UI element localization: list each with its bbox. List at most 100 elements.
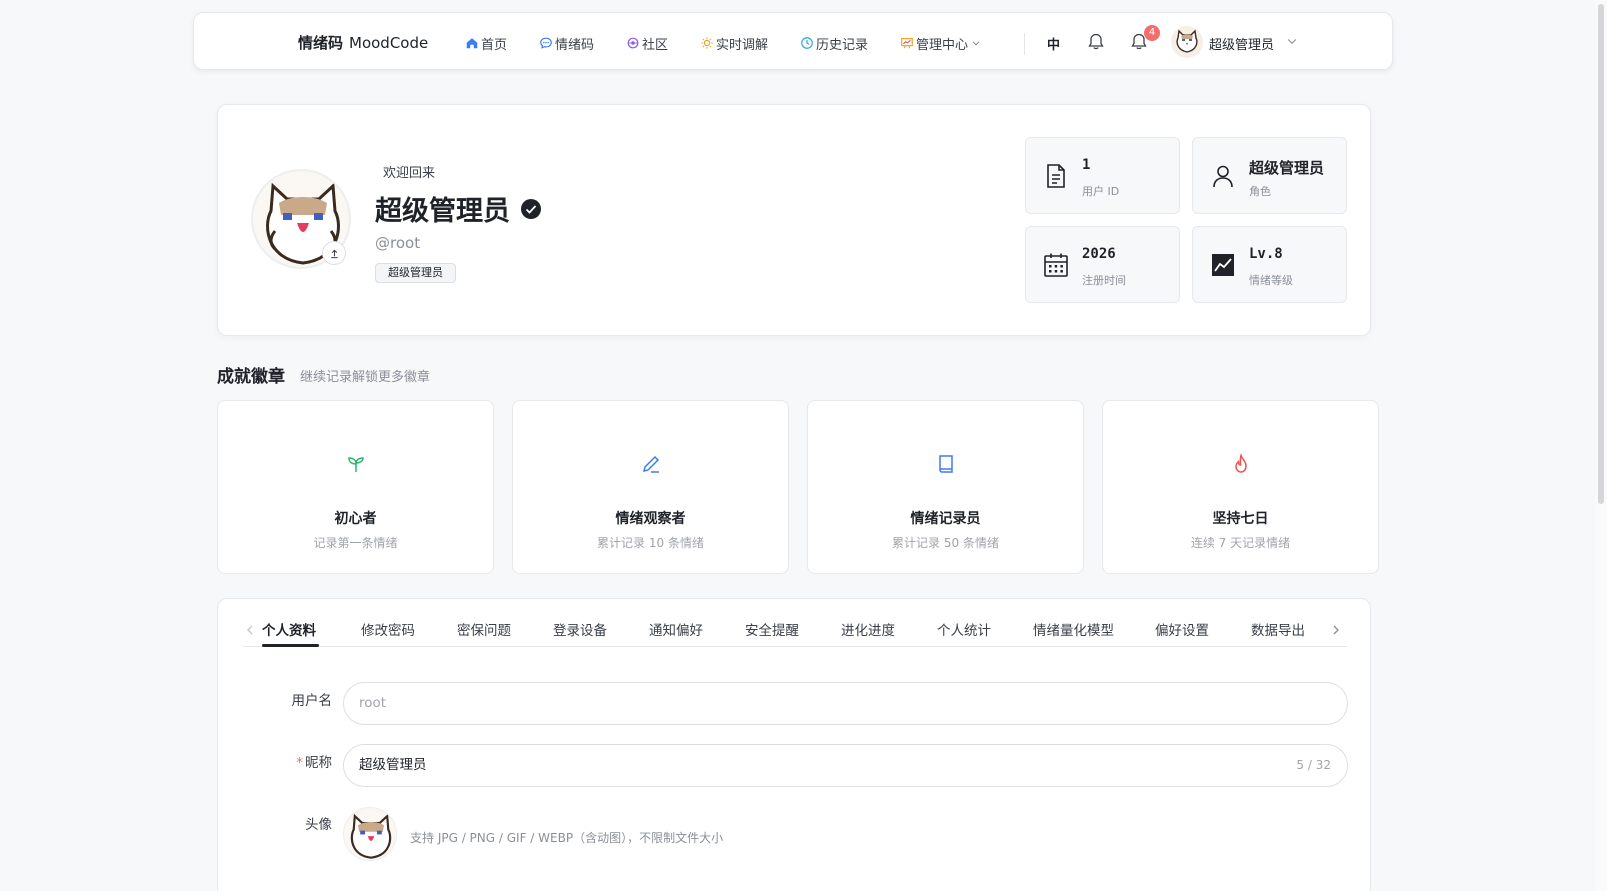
achievement-desc: 累计记录 10 条情绪: [597, 536, 704, 550]
page-scrollbar[interactable]: [1595, 0, 1607, 891]
nav-divider: [1024, 33, 1025, 55]
username-field[interactable]: root: [343, 682, 1348, 725]
achievement-title: 初心者: [334, 511, 377, 527]
tab-security-alerts[interactable]: 安全提醒: [745, 619, 799, 639]
achievement-desc: 累计记录 50 条情绪: [892, 536, 999, 550]
chat-bubble-icon: [540, 37, 552, 49]
achievement-desc: 记录第一条情绪: [313, 536, 398, 550]
cat-avatar-image: [350, 813, 392, 859]
nickname-label: * 昵称: [262, 751, 332, 771]
profile-card: 欢迎回来 超级管理员 @root 超级管理员 1 用户 ID 超级管理员 角色 …: [217, 104, 1371, 336]
nav-item-community[interactable]: 社区: [626, 33, 668, 53]
achievement-title: 坚持七日: [1212, 511, 1269, 527]
achievements-subtitle: 继续记录解锁更多徽章: [300, 370, 431, 385]
bell-icon[interactable]: [1086, 32, 1106, 52]
nav-item-label: 首页: [481, 37, 508, 53]
user-menu-name[interactable]: 超级管理员: [1209, 34, 1274, 53]
chevron-down-icon: [972, 41, 980, 46]
cat-avatar-image: [1176, 29, 1198, 53]
calendar-icon: [1044, 253, 1068, 277]
avatar-preview[interactable]: [343, 807, 397, 861]
stat-label: 情绪等级: [1249, 274, 1293, 287]
avatar-hint: 支持 JPG / PNG / GIF / WEBP（含动图），不限制文件大小: [410, 831, 724, 845]
trend-chart-icon: [1212, 254, 1234, 276]
display-name-text: 超级管理员: [375, 196, 510, 227]
achievement-desc: 连续 7 天记录情绪: [1190, 536, 1291, 550]
brand-name-cn: 情绪码: [298, 34, 344, 52]
dashboard-icon: [901, 38, 913, 49]
stat-role: 超级管理员 角色: [1192, 137, 1347, 214]
tab-evolution-progress[interactable]: 进化进度: [841, 619, 895, 639]
nav-item-label: 历史记录: [816, 37, 869, 53]
scrollbar-thumb[interactable]: [1598, 4, 1604, 504]
tab-profile[interactable]: 个人资料: [262, 619, 316, 639]
username-value: root: [359, 695, 387, 711]
avatar[interactable]: [1171, 26, 1203, 58]
stat-label: 注册时间: [1082, 274, 1126, 287]
nav-item-admin[interactable]: 管理中心: [900, 33, 983, 53]
user-icon: [1213, 165, 1233, 188]
upload-icon: [330, 249, 338, 258]
welcome-text: 欢迎回来: [383, 166, 436, 181]
tab-security-questions[interactable]: 密保问题: [457, 619, 511, 639]
achievement-card[interactable]: 情绪观察者 累计记录 10 条情绪: [512, 400, 789, 574]
stat-user-id: 1 用户 ID: [1025, 137, 1180, 214]
nav-item-label: 管理中心: [916, 37, 969, 53]
tab-emotion-model[interactable]: 情绪量化模型: [1033, 619, 1114, 639]
achievements-title: 成就徽章: [217, 367, 285, 387]
nav-item-label: 社区: [642, 37, 669, 53]
role-tag: 超级管理员: [375, 263, 456, 283]
chevron-right-icon[interactable]: [1329, 623, 1343, 637]
pencil-icon: [642, 455, 660, 473]
nickname-label-text: 昵称: [305, 755, 332, 771]
flame-icon: [1235, 453, 1247, 473]
stat-value: Lv.8: [1249, 246, 1283, 262]
stat-label: 用户 ID: [1082, 185, 1120, 198]
nickname-value: 超级管理员: [359, 757, 427, 773]
chevron-down-icon[interactable]: [1286, 35, 1298, 47]
achievement-card[interactable]: 情绪记录员 累计记录 50 条情绪: [807, 400, 1084, 574]
char-counter: 5 / 32: [1296, 758, 1331, 772]
profile-display-name: 超级管理员: [375, 189, 542, 228]
stat-label: 角色: [1249, 185, 1271, 198]
community-icon: [627, 37, 639, 49]
top-navbar: 情绪码 MoodCode 首页 情绪码 社区 实时调解 历史记录 管理中心 中 4…: [193, 12, 1393, 70]
nickname-field[interactable]: 超级管理员 5 / 32: [343, 744, 1348, 787]
username-label: 用户名: [291, 693, 333, 709]
tab-change-password[interactable]: 修改密码: [361, 619, 415, 639]
nav-item-home[interactable]: 首页: [465, 33, 507, 53]
nav-item-history[interactable]: 历史记录: [800, 33, 868, 53]
achievement-card[interactable]: 初心者 记录第一条情绪: [217, 400, 494, 574]
language-switch[interactable]: 中: [1047, 34, 1060, 53]
required-mark: *: [296, 755, 303, 771]
avatar-upload-button[interactable]: [322, 241, 346, 265]
settings-card: 个人资料 修改密码 密保问题 登录设备 通知偏好 安全提醒 进化进度 个人统计 …: [217, 598, 1371, 891]
nav-item-label: 情绪码: [555, 37, 595, 53]
home-icon: [466, 38, 478, 49]
nav-item-realtime[interactable]: 实时调解: [700, 33, 768, 53]
book-icon: [939, 455, 953, 473]
brand-name-en: MoodCode: [349, 34, 429, 52]
tab-divider: [243, 646, 1347, 647]
tab-preferences[interactable]: 偏好设置: [1155, 619, 1209, 639]
stat-value: 2026: [1082, 246, 1116, 262]
nav-item-moodcode[interactable]: 情绪码: [539, 33, 594, 53]
tab-notification-prefs[interactable]: 通知偏好: [649, 619, 703, 639]
nav-item-label: 实时调解: [716, 37, 769, 53]
brand-logo[interactable]: 情绪码 MoodCode: [298, 32, 428, 53]
stat-value: 1: [1082, 157, 1091, 173]
tab-personal-stats[interactable]: 个人统计: [937, 619, 991, 639]
stat-mood-level: Lv.8 情绪等级: [1192, 226, 1347, 303]
achievement-title: 情绪观察者: [615, 511, 686, 527]
achievement-title: 情绪记录员: [910, 511, 981, 527]
avatar-label: 头像: [305, 817, 332, 833]
document-icon: [1047, 164, 1065, 188]
chevron-left-icon[interactable]: [243, 623, 257, 637]
achievement-card[interactable]: 坚持七日 连续 7 天记录情绪: [1102, 400, 1379, 574]
tab-data-export[interactable]: 数据导出: [1251, 619, 1305, 639]
tab-login-devices[interactable]: 登录设备: [553, 619, 607, 639]
clock-icon: [801, 37, 813, 49]
verified-check-icon: [521, 198, 541, 219]
sun-icon: [701, 37, 713, 49]
active-tab-indicator: [262, 644, 319, 647]
